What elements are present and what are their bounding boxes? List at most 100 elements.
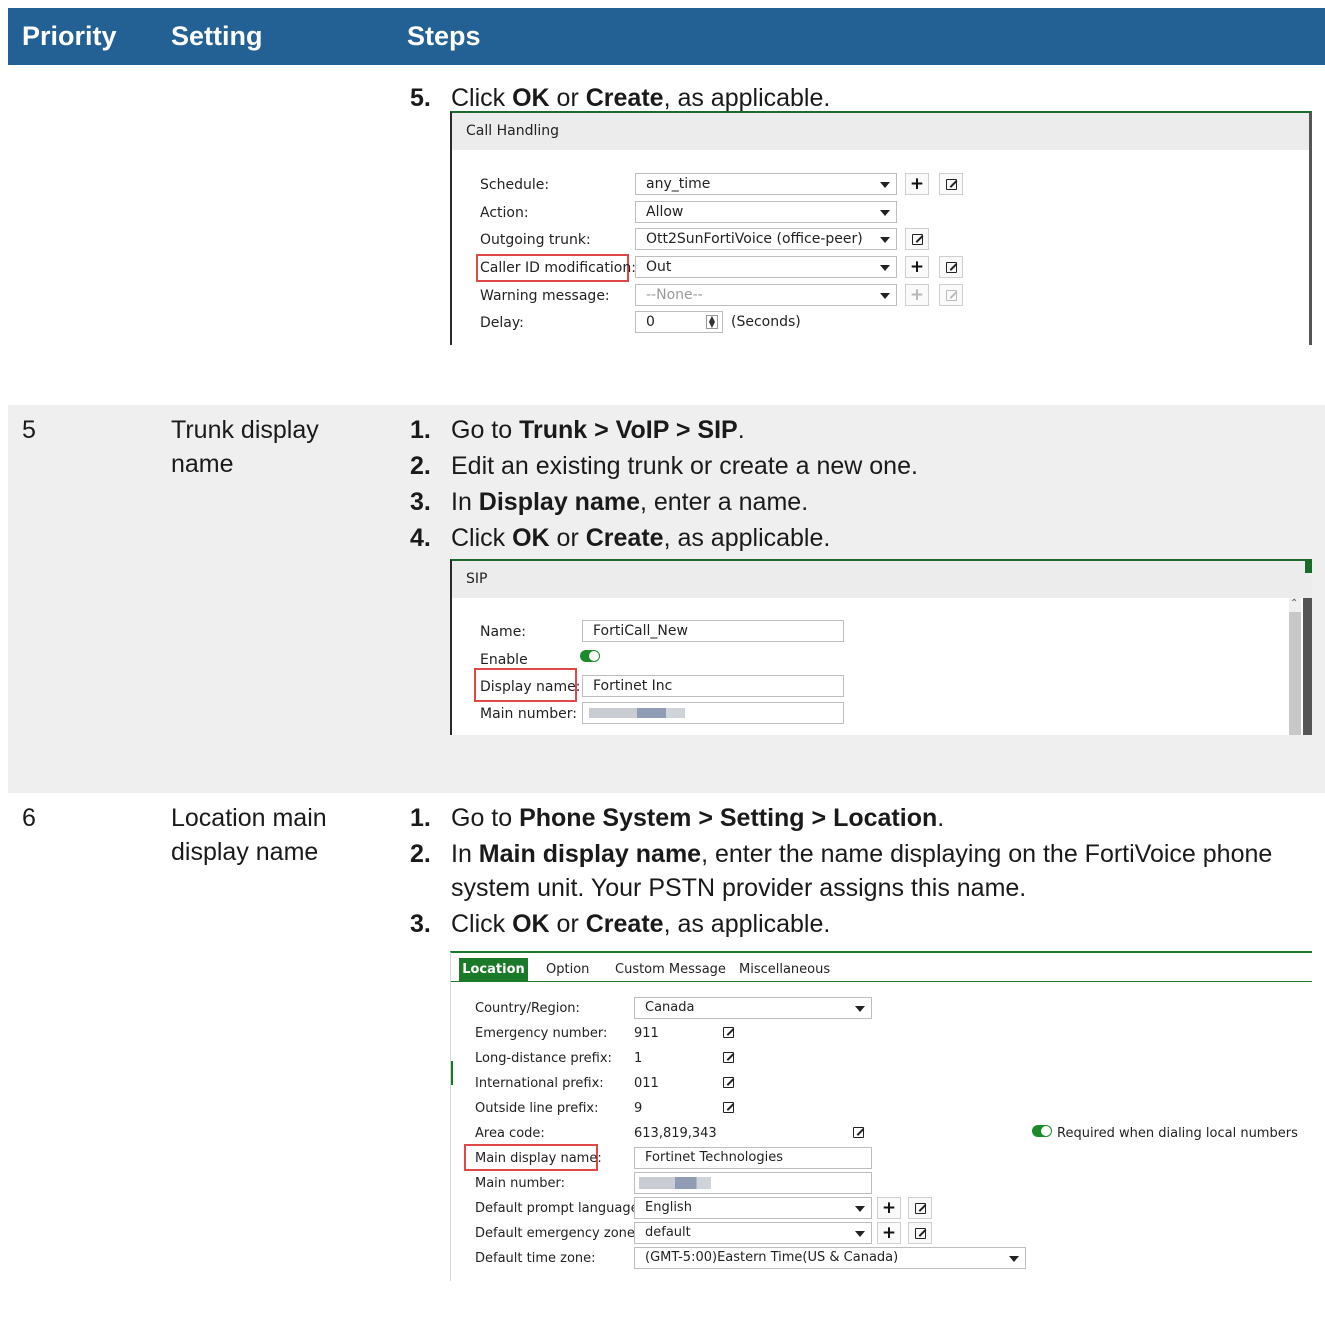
- schedule-select[interactable]: any_time: [635, 173, 897, 195]
- add-warning-button[interactable]: +: [905, 284, 929, 306]
- edit-intl-button[interactable]: [723, 1075, 734, 1091]
- header-steps: Steps: [407, 21, 481, 51]
- panel-title: SIP: [466, 571, 488, 587]
- country-select[interactable]: Canada: [634, 997, 872, 1019]
- tz-select[interactable]: (GMT-5:00)Eastern Time(US & Canada): [634, 1247, 1026, 1269]
- panel-title: Call Handling: [466, 123, 559, 139]
- name-label: Name:: [480, 624, 527, 640]
- delay-label: Delay:: [480, 315, 524, 331]
- emergency-value: 911: [634, 1026, 659, 1041]
- intl-label: International prefix:: [475, 1076, 604, 1091]
- name-input[interactable]: FortiCall_New: [582, 620, 844, 642]
- scrollbar-thumb[interactable]: [1289, 612, 1301, 735]
- list-item: 2. Edit an existing trunk or create a new…: [410, 452, 918, 480]
- main-number-label: Main number:: [480, 706, 577, 722]
- tz-label: Default time zone:: [475, 1251, 596, 1266]
- table-row: 5. Click OK or Create, as applicable. Cal…: [8, 65, 1325, 405]
- action-select[interactable]: Allow: [635, 201, 897, 223]
- redacted-value: [589, 708, 685, 718]
- callerid-select[interactable]: Out: [635, 256, 897, 278]
- edit-icon: [914, 1203, 926, 1214]
- longdist-label: Long-distance prefix:: [475, 1051, 612, 1066]
- plus-icon: +: [909, 285, 925, 305]
- edit-longdist-button[interactable]: [723, 1050, 734, 1066]
- area-label: Area code:: [475, 1126, 545, 1141]
- lang-select[interactable]: English: [634, 1197, 872, 1219]
- tab-location[interactable]: Location: [459, 958, 528, 982]
- edit-icon: [723, 1027, 734, 1038]
- warning-select[interactable]: --None--: [635, 284, 897, 306]
- intl-value: 011: [634, 1076, 659, 1091]
- edit-callerid-button[interactable]: [939, 256, 963, 278]
- zone-select[interactable]: default: [634, 1222, 872, 1244]
- add-callerid-button[interactable]: +: [905, 256, 929, 278]
- table-header: Priority Setting Steps: [8, 8, 1325, 65]
- warning-label: Warning message:: [480, 288, 610, 304]
- local-dial-toggle[interactable]: [1032, 1125, 1052, 1137]
- zone-label: Default emergency zone:: [475, 1226, 640, 1241]
- display-name-input[interactable]: Fortinet Inc: [582, 675, 844, 697]
- chevron-down-icon: [1009, 1256, 1019, 1262]
- plus-icon: +: [909, 174, 925, 194]
- plus-icon: +: [881, 1198, 897, 1218]
- list-item: 1. Go to Phone System > Setting > Locatio…: [410, 804, 945, 832]
- accent-mark: [451, 1061, 453, 1085]
- tab-custom-message[interactable]: Custom Message: [615, 962, 726, 977]
- table-row: 6 Location main display name 1. Go to Pho…: [8, 793, 1325, 1325]
- table-row: 5 Trunk display name 1. Go to Trunk > VoI…: [8, 405, 1325, 793]
- plus-icon: +: [909, 257, 925, 277]
- panel-title-bar: Call Handling: [452, 113, 1309, 150]
- trunk-select[interactable]: Ott2SunFortiVoice (office-peer): [635, 228, 897, 250]
- enable-label: Enable: [480, 652, 528, 668]
- edit-emergency-button[interactable]: [723, 1025, 734, 1041]
- list-item: 3. In Display name, enter a name.: [410, 488, 809, 516]
- scrollbar[interactable]: ⌃: [1289, 598, 1301, 735]
- main-number-input[interactable]: [634, 1172, 872, 1194]
- country-label: Country/Region:: [475, 1001, 580, 1016]
- add-schedule-button[interactable]: +: [905, 173, 929, 195]
- lang-label: Default prompt language:: [475, 1201, 643, 1216]
- chevron-down-icon: [880, 265, 890, 271]
- chevron-down-icon: [880, 210, 890, 216]
- chevron-down-icon: [855, 1206, 865, 1212]
- spinner-icon[interactable]: ▲ ▼: [706, 315, 718, 329]
- header-setting: Setting: [171, 21, 263, 51]
- outside-value: 9: [634, 1101, 643, 1116]
- chevron-up-icon[interactable]: ⌃: [1290, 598, 1298, 609]
- redacted-value: [639, 1177, 711, 1189]
- edit-zone-button[interactable]: [908, 1222, 932, 1244]
- edit-area-button[interactable]: [853, 1125, 864, 1141]
- edit-icon: [945, 290, 957, 301]
- tab-option[interactable]: Option: [546, 962, 589, 977]
- edit-icon: [911, 234, 923, 245]
- main-number-label: Main number:: [475, 1176, 566, 1191]
- edit-lang-button[interactable]: [908, 1197, 932, 1219]
- main-display-label: Main display name:: [475, 1151, 602, 1166]
- longdist-value: 1: [634, 1051, 643, 1066]
- main-number-input[interactable]: [582, 702, 844, 724]
- add-zone-button[interactable]: +: [877, 1222, 901, 1244]
- delay-input[interactable]: 0 ▲ ▼: [635, 311, 723, 333]
- panel-title-bar: SIP: [452, 561, 1312, 598]
- add-lang-button[interactable]: +: [877, 1197, 901, 1219]
- edit-outside-button[interactable]: [723, 1100, 734, 1116]
- setting-cell: Location main display name: [171, 804, 327, 866]
- enable-toggle[interactable]: [580, 650, 600, 662]
- list-item: 1. Go to Trunk > VoIP > SIP.: [410, 416, 745, 444]
- chevron-down-icon: [880, 237, 890, 243]
- priority-cell: 6: [22, 804, 36, 832]
- panel-edge: [1303, 598, 1312, 735]
- edit-icon: [853, 1127, 864, 1138]
- chevron-down-icon: [855, 1006, 865, 1012]
- call-handling-screenshot: Call Handling Schedule: any_time + Actio…: [450, 111, 1312, 345]
- required-text: Required when dialing local numbers: [1057, 1126, 1298, 1141]
- main-display-input[interactable]: Fortinet Technologies: [634, 1147, 872, 1169]
- edit-warning-button[interactable]: [939, 284, 963, 306]
- schedule-label: Schedule:: [480, 177, 550, 193]
- edit-trunk-button[interactable]: [905, 228, 929, 250]
- tab-miscellaneous[interactable]: Miscellaneous: [739, 962, 830, 977]
- setting-cell: Trunk display name: [171, 416, 319, 478]
- steps-list: 1. Go to Trunk > VoIP > SIP. 2. Edit an ex…: [408, 413, 918, 557]
- trunk-label: Outgoing trunk:: [480, 232, 591, 248]
- edit-schedule-button[interactable]: [939, 173, 963, 195]
